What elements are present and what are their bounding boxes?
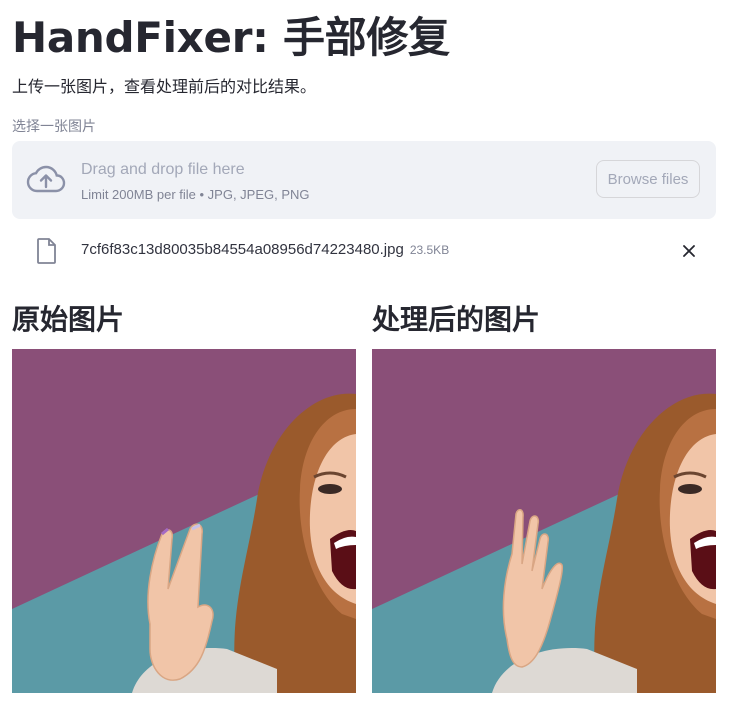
processed-image [372,349,716,693]
file-icon [37,238,56,264]
processed-image-title: 处理后的图片 [372,303,541,336]
uploaded-file-row: 7cf6f83c13d80035b84554a08956d74223480.jp… [12,236,716,266]
page-title: HandFixer: 手部修复 [12,13,450,62]
remove-file-button[interactable] [678,240,700,262]
original-image [12,349,356,693]
dropzone-limit-text: Limit 200MB per file • JPG, JPEG, PNG [81,187,310,202]
file-dropzone[interactable]: Drag and drop file here Limit 200MB per … [12,141,716,219]
browse-files-button[interactable]: Browse files [596,160,700,198]
file-name-text: 7cf6f83c13d80035b84554a08956d74223480.jp… [81,241,404,258]
page-subtitle: 上传一张图片，查看处理前后的对比结果。 [12,79,317,96]
uploader-label: 选择一张图片 [12,118,96,134]
original-image-title: 原始图片 [12,303,125,336]
file-size: 23.5KB [409,243,450,257]
dropzone-instructions: Drag and drop file here [81,161,245,178]
close-icon [683,245,695,257]
cloud-upload-icon [26,165,66,193]
uploaded-file-name: 7cf6f83c13d80035b84554a08956d74223480.jp… [81,241,449,258]
